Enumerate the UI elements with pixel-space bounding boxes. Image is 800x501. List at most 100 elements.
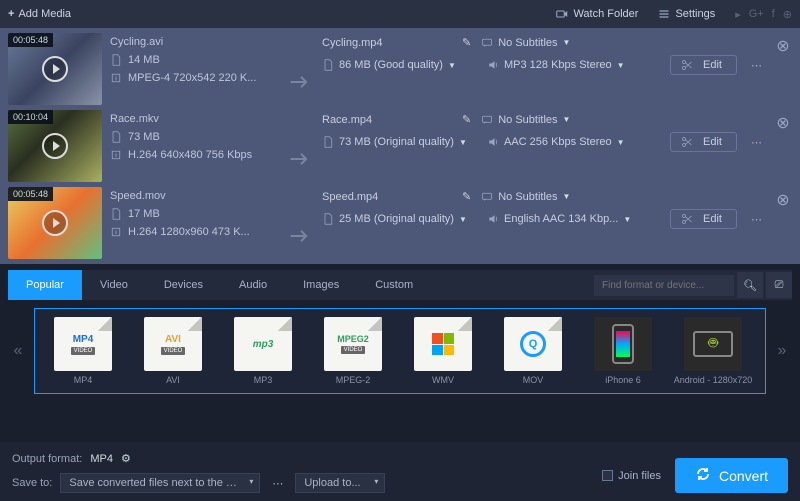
subtitles-dropdown[interactable]: No Subtitles ▼ xyxy=(481,37,570,49)
preset-sub: VIDEO xyxy=(341,346,366,354)
preset-sub: VIDEO xyxy=(161,347,186,355)
preset-mpeg2[interactable]: MPEG2VIDEO MPEG-2 xyxy=(311,317,395,385)
rename-icon[interactable]: ✎ xyxy=(462,113,471,126)
browse-folder-button[interactable]: ⋯ xyxy=(268,477,287,490)
info-icon xyxy=(110,72,122,84)
gear-icon[interactable]: ⚙ xyxy=(121,452,131,465)
remove-item-button[interactable]: ⊗ xyxy=(774,110,792,133)
output-estimate-dropdown[interactable]: 86 MB (Good quality) ▼ xyxy=(322,59,477,71)
tab-video[interactable]: Video xyxy=(82,270,146,300)
preset-label: iPhone 6 xyxy=(581,375,665,385)
googleplus-icon[interactable]: G+ xyxy=(749,8,764,21)
video-thumbnail[interactable]: 00:05:48 xyxy=(8,33,102,105)
preset-mp4[interactable]: MP4VIDEO MP4 xyxy=(41,317,125,385)
play-overlay[interactable] xyxy=(8,33,102,105)
output-estimate-dropdown[interactable]: 73 MB (Original quality) ▼ xyxy=(322,136,477,148)
output-filename: Cycling.mp4 xyxy=(322,37,452,49)
preset-avi[interactable]: AVIVIDEO AVI xyxy=(131,317,215,385)
preset-label: MP4 xyxy=(41,375,125,385)
preset-row: « MP4VIDEO MP4 AVIVIDEO AVI mp3 MP3 MPEG… xyxy=(0,300,800,402)
social-icons: ▸ G+ f ⊕ xyxy=(735,8,792,21)
remove-item-button[interactable]: ⊗ xyxy=(774,187,792,210)
info-icon xyxy=(110,226,122,238)
audio-track-dropdown[interactable]: MP3 128 Kbps Stereo ▼ xyxy=(487,59,637,71)
tab-devices[interactable]: Devices xyxy=(146,270,221,300)
source-info: Race.mkv 73 MB H.264 640x480 756 Kbps xyxy=(110,110,280,182)
source-size: 14 MB xyxy=(128,54,160,66)
rename-icon[interactable]: ✎ xyxy=(462,190,471,203)
presets-next-button[interactable]: » xyxy=(772,342,792,360)
preset-iphone6[interactable]: iPhone 6 xyxy=(581,317,665,385)
output-filename: Speed.mp4 xyxy=(322,191,452,203)
preset-android[interactable]: 🤖︎ Android - 1280x720 xyxy=(671,317,755,385)
watch-folder-button[interactable]: Watch Folder xyxy=(546,4,648,24)
scissors-icon xyxy=(681,59,693,71)
file-icon xyxy=(322,59,334,71)
preset-wmv[interactable]: WMV xyxy=(401,317,485,385)
remove-item-button[interactable]: ⊗ xyxy=(774,33,792,56)
more-options-button[interactable]: ⋯ xyxy=(747,213,766,226)
chevron-down-icon: ▼ xyxy=(623,215,631,224)
search-button[interactable]: 🔍︎ xyxy=(737,272,763,298)
preset-badge: mp3 xyxy=(253,339,274,350)
detect-device-button[interactable]: ⎚ xyxy=(766,272,792,298)
audio-track-dropdown[interactable]: English AAC 134 Kbp... ▼ xyxy=(487,213,637,225)
chevron-down-icon: ▼ xyxy=(617,138,625,147)
video-thumbnail[interactable]: 00:05:48 xyxy=(8,187,102,259)
arrow-icon xyxy=(288,110,314,182)
quicktime-icon: Q xyxy=(520,331,546,357)
info-icon xyxy=(110,149,122,161)
save-to-label: Save to: xyxy=(12,477,52,489)
more-options-button[interactable]: ⋯ xyxy=(747,59,766,72)
chevron-down-icon: ▼ xyxy=(563,115,571,124)
join-files-checkbox[interactable]: Join files xyxy=(602,470,661,482)
globe-icon[interactable]: ⊕ xyxy=(783,8,792,21)
subtitles-dropdown[interactable]: No Subtitles ▼ xyxy=(481,191,570,203)
preset-label: WMV xyxy=(401,375,485,385)
facebook-icon[interactable]: f xyxy=(772,8,775,21)
subtitles-dropdown[interactable]: No Subtitles ▼ xyxy=(481,114,570,126)
windows-icon xyxy=(432,333,454,355)
preset-label: AVI xyxy=(131,375,215,385)
bottom-bar: Output format: MP4 ⚙ Save to: Save conve… xyxy=(0,442,800,501)
save-to-dropdown[interactable]: Save converted files next to the o... xyxy=(60,473,260,493)
rename-icon[interactable]: ✎ xyxy=(462,36,471,49)
file-icon xyxy=(322,136,334,148)
android-icon: 🤖︎ xyxy=(693,331,733,357)
preset-tabs: Popular Video Devices Audio Images Custo… xyxy=(8,270,792,300)
more-options-button[interactable]: ⋯ xyxy=(747,136,766,149)
audio-track-dropdown[interactable]: AAC 256 Kbps Stereo ▼ xyxy=(487,136,637,148)
queue-item: 00:05:48 Speed.mov 17 MB H.264 1280x960 … xyxy=(8,187,792,259)
youtube-icon[interactable]: ▸ xyxy=(735,8,741,21)
preset-search-input[interactable] xyxy=(594,275,734,296)
output-info: Speed.mp4 ✎ No Subtitles ▼ 25 MB (Origin… xyxy=(322,187,766,259)
edit-button[interactable]: Edit xyxy=(670,209,737,229)
upload-to-dropdown[interactable]: Upload to... xyxy=(295,473,385,493)
chevron-down-icon: ▼ xyxy=(459,215,467,224)
play-overlay[interactable] xyxy=(8,110,102,182)
tab-popular[interactable]: Popular xyxy=(8,270,82,300)
play-overlay[interactable] xyxy=(8,187,102,259)
edit-button[interactable]: Edit xyxy=(670,55,737,75)
file-icon xyxy=(110,131,122,143)
refresh-icon xyxy=(695,466,711,485)
settings-label: Settings xyxy=(675,8,715,20)
preset-mov[interactable]: Q MOV xyxy=(491,317,575,385)
tab-custom[interactable]: Custom xyxy=(357,270,431,300)
presets-prev-button[interactable]: « xyxy=(8,342,28,360)
preset-sub: VIDEO xyxy=(71,347,96,355)
scissors-icon xyxy=(681,136,693,148)
add-media-button[interactable]: + Add Media xyxy=(8,8,71,20)
settings-button[interactable]: Settings xyxy=(648,4,725,24)
tab-images[interactable]: Images xyxy=(285,270,357,300)
audio-label: MP3 128 Kbps Stereo xyxy=(504,59,612,71)
preset-mp3[interactable]: mp3 MP3 xyxy=(221,317,305,385)
output-format-label: Output format: xyxy=(12,453,82,465)
source-codec-info: H.264 640x480 756 Kbps xyxy=(128,149,252,161)
output-estimate-dropdown[interactable]: 25 MB (Original quality) ▼ xyxy=(322,213,477,225)
edit-button[interactable]: Edit xyxy=(670,132,737,152)
tab-audio[interactable]: Audio xyxy=(221,270,285,300)
convert-button[interactable]: Convert xyxy=(675,458,788,493)
source-filename: Cycling.avi xyxy=(110,36,163,48)
video-thumbnail[interactable]: 00:10:04 xyxy=(8,110,102,182)
